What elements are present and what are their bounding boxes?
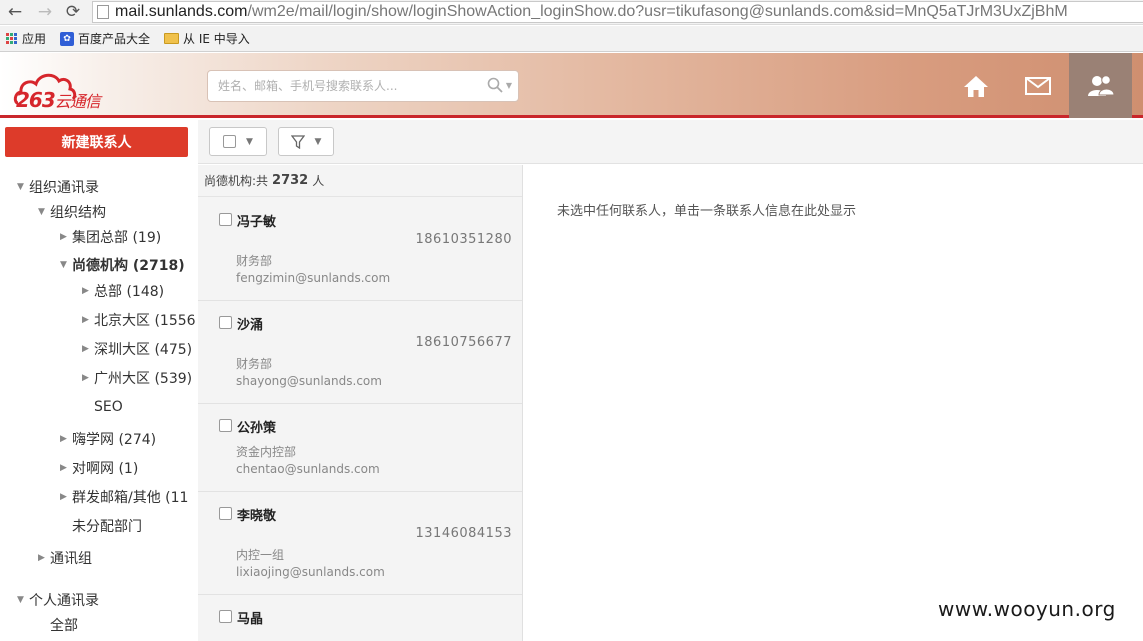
chevron-down-icon: ▼ <box>505 80 512 90</box>
contact-checkbox[interactable] <box>219 316 232 329</box>
tree-node-label: 组织通讯录 <box>29 180 99 196</box>
tree-node-label: 个人通讯录 <box>29 593 99 609</box>
tree-node-label: 对啊网 (1) <box>72 461 139 477</box>
tree-node-label: 未分配部门 <box>72 519 142 535</box>
browser-toolbar: ← → ⟳ mail.sunlands.com/wm2e/mail/login/… <box>0 0 1143 25</box>
tree-node[interactable]: ▶ 总部 (148) <box>82 280 164 302</box>
contact-search-box[interactable]: ▼ <box>207 70 519 102</box>
tree-node-label: 广州大区 (539) <box>94 371 193 387</box>
tree-node-label: 嗨学网 (274) <box>72 432 157 448</box>
tree-node[interactable]: ▼ 组织通讯录 <box>17 176 99 198</box>
watermark: www.wooyun.org <box>938 597 1116 621</box>
tree-node-label: 全部 <box>50 618 78 634</box>
contact-row[interactable]: 马晶 <box>198 595 522 641</box>
tree-node-label: 集团总部 (19) <box>72 230 162 246</box>
folder-icon <box>164 33 180 44</box>
caret-right-icon[interactable]: ▶ <box>60 492 72 502</box>
home-button[interactable] <box>944 53 1007 118</box>
page-icon <box>97 5 109 19</box>
baidu-paw-icon: ✿ <box>60 31 75 46</box>
caret-down-icon[interactable]: ▼ <box>60 260 72 270</box>
tree-node[interactable]: ▶ 对啊网 (1) <box>60 457 138 479</box>
bookmark-import-ie[interactable]: 从 IE 中导入 <box>164 30 250 47</box>
contacts-icon <box>1087 74 1115 96</box>
caret-right-icon[interactable]: ▶ <box>82 286 94 296</box>
contact-row[interactable]: 李晓敬 13146084153 内控一组 lixiaojing@sunlands… <box>198 492 522 595</box>
search-button[interactable]: ▼ <box>487 77 512 93</box>
search-icon <box>487 77 503 93</box>
contact-row[interactable]: 公孙策 资金内控部 chentao@sunlands.com <box>198 404 522 492</box>
tree-node[interactable]: 全部 <box>38 614 78 636</box>
filter-dropdown[interactable]: ▼ <box>278 127 334 156</box>
logo-text: 263云通信 <box>16 88 101 112</box>
caret-down-icon[interactable]: ▼ <box>17 595 29 605</box>
logo[interactable]: 263云通信 <box>12 63 162 112</box>
chevron-down-icon: ▼ <box>314 136 322 147</box>
caret-right-icon[interactable]: ▶ <box>82 373 94 383</box>
caret-right-icon[interactable]: ▶ <box>60 434 72 444</box>
filter-icon <box>290 134 305 149</box>
tree-node-label: 北京大区 (1556 <box>94 313 196 329</box>
tree-node[interactable]: ▶ 集团总部 (19) <box>60 226 161 248</box>
contact-row[interactable]: 冯子敏 18610351280 财务部 fengzimin@sunlands.c… <box>198 198 522 301</box>
tree-node-label: 组织结构 <box>50 205 106 221</box>
contact-checkbox[interactable] <box>219 213 232 226</box>
url-text: mail.sunlands.com/wm2e/mail/login/show/l… <box>115 3 1068 20</box>
new-contact-button[interactable]: 新建联系人 <box>5 127 188 157</box>
tree-node[interactable]: ▶ 深圳大区 (475) <box>82 338 192 360</box>
address-bar[interactable]: mail.sunlands.com/wm2e/mail/login/show/l… <box>92 1 1143 23</box>
select-all-checkbox[interactable] <box>223 135 237 148</box>
tree-node-label: 群发邮箱/其他 (11 <box>72 490 189 506</box>
mail-icon <box>1024 76 1051 95</box>
reload-icon[interactable]: ⟳ <box>62 1 84 23</box>
bookmark-apps[interactable]: 应用 <box>6 30 46 47</box>
caret-right-icon[interactable]: ▶ <box>60 463 72 473</box>
tree-node[interactable]: ▼ 组织结构 <box>38 201 106 223</box>
tree-node[interactable]: ▶ 群发邮箱/其他 (11 <box>60 486 188 508</box>
tree-node[interactable]: ▼ 个人通讯录 <box>17 589 99 611</box>
tree-node-label: 尚德机构 (2718) <box>72 258 185 274</box>
mail-button[interactable] <box>1006 53 1069 118</box>
contact-search-input[interactable] <box>218 79 473 93</box>
contacts-button[interactable] <box>1069 53 1132 118</box>
home-icon <box>963 75 988 97</box>
contact-checkbox[interactable] <box>219 419 232 432</box>
caret-right-icon[interactable]: ▶ <box>60 232 72 242</box>
tree-node-label: SEO <box>94 399 123 415</box>
bookmark-baidu[interactable]: ✿ 百度产品大全 <box>60 30 150 47</box>
tree-node-label: 总部 (148) <box>94 284 165 300</box>
contact-checkbox[interactable] <box>219 610 232 623</box>
tree-node[interactable]: ▼ 尚德机构 (2718) <box>60 254 185 276</box>
bookmarks-bar: 应用 ✿ 百度产品大全 从 IE 中导入 <box>0 26 1143 52</box>
chevron-down-icon: ▼ <box>246 136 253 147</box>
app-header: 263云通信 ▼ <box>0 53 1143 118</box>
list-toolbar: ▼ ▼ <box>198 120 1143 164</box>
back-icon[interactable]: ← <box>4 1 26 23</box>
caret-right-icon[interactable]: ▶ <box>82 315 94 325</box>
select-all-dropdown[interactable]: ▼ <box>209 127 267 156</box>
caret-right-icon[interactable]: ▶ <box>82 344 94 354</box>
tree-node[interactable]: ▶ 嗨学网 (274) <box>60 428 156 450</box>
contact-detail-pane: 未选中任何联系人，单击一条联系人信息在此处显示 <box>524 165 1143 641</box>
tree-node[interactable]: ▶ 广州大区 (539) <box>82 367 192 389</box>
caret-down-icon[interactable]: ▼ <box>17 182 29 192</box>
contact-checkbox[interactable] <box>219 507 232 520</box>
tree-node[interactable]: ▶ 通讯组 <box>38 547 92 569</box>
tree-node[interactable]: SEO <box>82 396 123 418</box>
apps-grid-icon <box>6 32 18 45</box>
empty-detail-hint: 未选中任何联系人，单击一条联系人信息在此处显示 <box>557 204 857 219</box>
tree-node-label: 通讯组 <box>50 551 92 567</box>
tree-node-label: 深圳大区 (475) <box>94 342 193 358</box>
sidebar: 新建联系人 ▼ 组织通讯录 ▼ 组织结构 ▶ 集团总部 (19) ▼ 尚德机构 (2718) ▶… <box>0 120 198 641</box>
list-summary: 尚德机构:共 2732 人 <box>198 165 522 197</box>
contact-row[interactable]: 沙涌 18610756677 财务部 shayong@sunlands.com <box>198 301 522 404</box>
caret-down-icon[interactable]: ▼ <box>38 207 50 217</box>
tree-node[interactable]: ▶ 北京大区 (1556 <box>82 309 196 331</box>
contact-list: 尚德机构:共 2732 人 冯子敏 18610351280 财务部 fengzi… <box>198 165 523 641</box>
tree-node[interactable]: 未分配部门 <box>60 515 142 537</box>
caret-right-icon[interactable]: ▶ <box>38 553 50 563</box>
forward-icon[interactable]: → <box>34 1 56 23</box>
